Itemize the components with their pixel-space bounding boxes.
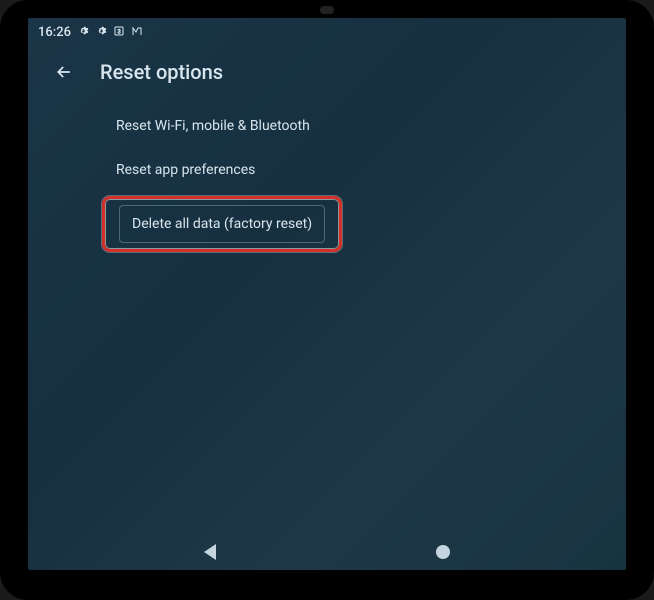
options-list: Reset Wi-Fi, mobile & Bluetooth Reset ap… [28, 96, 626, 252]
nav-back-button[interactable] [204, 544, 216, 560]
back-button[interactable] [52, 60, 76, 84]
svg-text:3: 3 [117, 29, 120, 36]
app-header: Reset options [28, 42, 626, 96]
nav-home-button[interactable] [436, 545, 450, 559]
front-camera [320, 6, 334, 14]
box-3-icon: 3 [113, 25, 125, 39]
navigation-bar [28, 534, 626, 570]
page-title: Reset options [100, 60, 223, 84]
highlight-annotation: Delete all data (factory reset) [102, 196, 342, 252]
arrow-left-icon [54, 62, 74, 82]
tablet-bezel: 16:26 3 Reset options Reset Wi-Fi, mobil… [0, 0, 654, 600]
option-factory-reset[interactable]: Delete all data (factory reset) [119, 205, 325, 243]
gear-icon [95, 25, 107, 39]
status-bar: 16:26 3 [28, 18, 626, 42]
option-reset-network[interactable]: Reset Wi-Fi, mobile & Bluetooth [116, 104, 310, 148]
m-logo-icon [131, 25, 143, 39]
option-reset-app-prefs[interactable]: Reset app preferences [116, 148, 255, 192]
gear-icon [77, 25, 89, 39]
status-time: 16:26 [38, 25, 71, 40]
screen: 16:26 3 Reset options Reset Wi-Fi, mobil… [28, 18, 626, 570]
